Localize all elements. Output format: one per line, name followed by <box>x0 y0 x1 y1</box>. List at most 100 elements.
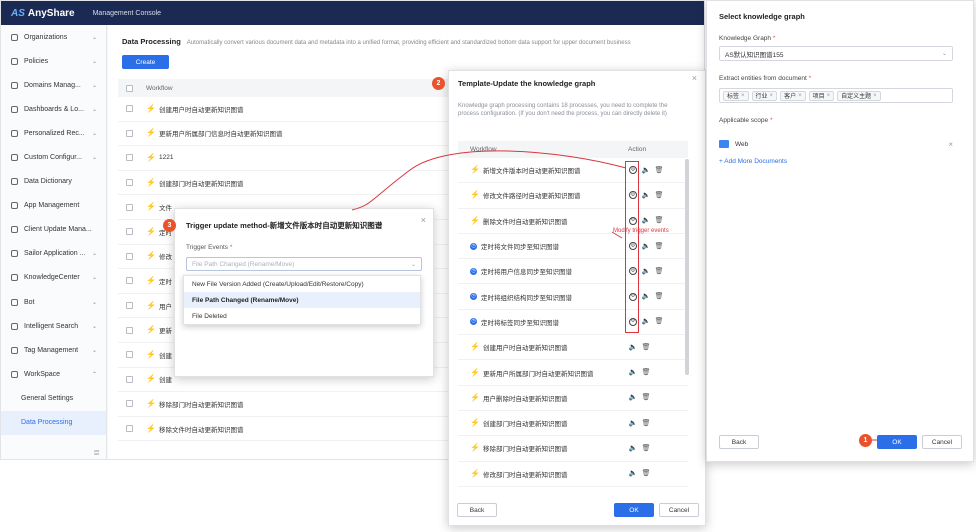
row-checkbox[interactable] <box>126 105 133 113</box>
dropdown-option[interactable]: File Path Changed (Rename/Move) <box>184 292 420 308</box>
speaker-icon[interactable]: 🔈 <box>642 293 651 301</box>
trigger-events-select[interactable]: File Path Changed (Rename/Move) ⌄ <box>186 257 422 271</box>
trash-icon[interactable]: 🗑 <box>655 267 664 275</box>
remove-tag-icon[interactable]: × <box>827 93 831 99</box>
sidebar-item-organizations[interactable]: Organizations ⌄ <box>1 25 106 49</box>
row-checkbox[interactable] <box>126 228 133 236</box>
trash-icon[interactable]: 🗑 <box>642 394 651 402</box>
trash-icon[interactable]: 🗑 <box>655 293 664 301</box>
sidebar-item-domains-manag[interactable]: Domains Manag... ⌄ <box>1 73 106 97</box>
sidebar-item-dashboards-lo[interactable]: Dashboards & Lo... ⌄ <box>1 97 106 121</box>
chevron-icon: ⌄ <box>91 106 97 113</box>
sidebar-item-data-dictionary[interactable]: Data Dictionary <box>1 170 106 194</box>
sidebar-item-tag-management[interactable]: Tag Management ⌄ <box>1 338 106 362</box>
sidebar-item-general-settings[interactable]: General Settings <box>1 386 106 410</box>
speaker-icon[interactable]: 🔈 <box>642 318 651 326</box>
speaker-icon[interactable]: 🔈 <box>629 369 638 377</box>
trash-icon[interactable]: 🗑 <box>655 242 664 250</box>
row-checkbox[interactable] <box>126 154 133 162</box>
list-item: ⚡ 创建部门时自动更新知识图谱 🔈 🗑 <box>458 411 688 437</box>
close-icon[interactable]: × <box>692 74 697 83</box>
dropdown-option[interactable]: New File Version Added (Create/Upload/Ed… <box>184 276 420 292</box>
speaker-icon[interactable]: 🔈 <box>629 394 638 402</box>
trash-icon[interactable]: 🗑 <box>642 369 651 377</box>
ok-button[interactable]: OK <box>877 435 917 449</box>
trash-icon[interactable]: 🗑 <box>655 191 664 199</box>
row-checkbox[interactable] <box>126 326 133 334</box>
sidebar-item-client-update-mana[interactable]: Client Update Mana... <box>1 218 106 242</box>
anyshare-logo[interactable]: AS AnyShare <box>11 8 75 19</box>
speaker-icon[interactable]: 🔈 <box>642 267 651 275</box>
trash-icon[interactable]: 🗑 <box>642 343 651 351</box>
trash-icon[interactable]: 🗑 <box>642 419 651 427</box>
sidebar-item-workspace[interactable]: WorkSpace ⌃ <box>1 362 106 386</box>
speaker-icon[interactable]: 🔈 <box>642 191 651 199</box>
collapse-menu-icon[interactable]: ≣ <box>93 448 100 457</box>
row-checkbox[interactable] <box>126 351 133 359</box>
row-checkbox[interactable] <box>126 425 133 433</box>
speaker-icon[interactable]: 🔈 <box>629 419 638 427</box>
row-checkbox[interactable] <box>126 277 133 285</box>
trash-icon[interactable]: 🗑 <box>642 444 651 452</box>
scrollbar[interactable] <box>685 159 689 375</box>
entities-label-text: Extract entities from document <box>719 75 807 82</box>
row-checkbox[interactable] <box>126 129 133 137</box>
speaker-icon[interactable]: 🔈 <box>629 444 638 452</box>
knowledge-graph-select[interactable]: AS默认知识图谱155 ⌄ <box>719 46 953 61</box>
dropdown-option[interactable]: File Deleted <box>184 308 420 324</box>
chevron-icon: ⌄ <box>91 58 97 65</box>
create-button[interactable]: Create <box>122 55 169 69</box>
sidebar-item-bot[interactable]: Bot ⌄ <box>1 290 106 314</box>
row-checkbox[interactable] <box>126 375 133 383</box>
sidebar-item-app-management[interactable]: App Management <box>1 194 106 218</box>
bolt-icon: ⚡ <box>470 468 480 478</box>
trigger-events-dropdown: New File Version Added (Create/Upload/Ed… <box>183 275 421 325</box>
sidebar-item-intelligent-search[interactable]: Intelligent Search ⌄ <box>1 314 106 338</box>
clock-icon: ◷ <box>470 242 477 250</box>
remove-tag-icon[interactable]: × <box>798 93 802 99</box>
speaker-icon[interactable]: 🔈 <box>642 166 651 174</box>
row-checkbox[interactable] <box>126 252 133 260</box>
bolt-icon: ⚡ <box>146 423 156 433</box>
trash-icon[interactable]: 🗑 <box>655 318 664 326</box>
trash-icon[interactable]: 🗑 <box>655 217 664 225</box>
entities-select[interactable]: 标签 × 行业 × 客户 × 项目 × 自定义主题 × <box>719 88 953 103</box>
speaker-icon[interactable]: 🔈 <box>629 470 638 478</box>
trash-icon[interactable]: 🗑 <box>655 166 664 174</box>
remove-tag-icon[interactable]: × <box>741 93 745 99</box>
cancel-button[interactable]: Cancel <box>659 503 699 517</box>
sidebar-item-custom-configur[interactable]: Custom Configur... ⌄ <box>1 145 106 169</box>
sidebar-item-personalized-rec[interactable]: Personalized Rec... ⌄ <box>1 121 106 145</box>
speaker-icon[interactable]: 🔈 <box>629 343 638 351</box>
close-icon[interactable]: × <box>421 216 426 225</box>
sidebar-item-knowledgecenter[interactable]: KnowledgeCenter ⌄ <box>1 266 106 290</box>
sidebar-item-data-processing[interactable]: Data Processing <box>1 410 106 435</box>
remove-tag-icon[interactable]: × <box>770 93 774 99</box>
entity-tag: 项目 × <box>808 90 835 101</box>
ok-button[interactable]: OK <box>614 503 654 517</box>
back-button[interactable]: Back <box>457 503 497 517</box>
remove-tag-icon[interactable]: × <box>873 93 877 99</box>
row-checkbox[interactable] <box>126 400 133 408</box>
remove-scope-icon[interactable]: × <box>948 140 953 149</box>
row-checkbox[interactable] <box>126 203 133 211</box>
add-more-documents-link[interactable]: + Add More Documents <box>719 158 787 165</box>
list-item: ⚡ 创建用户时自动更新知识图谱 🔈 🗑 <box>458 335 688 361</box>
cancel-button[interactable]: Cancel <box>922 435 962 449</box>
list-item: ◷ 定时将用户信息同步至知识图谱 ⚙ 🔈 🗑 <box>458 259 688 285</box>
list-item: ⚡ 修改部门时自动更新知识图谱 🔈 🗑 <box>458 462 688 487</box>
entity-tag-label: 客户 <box>784 94 797 100</box>
sidebar-item-label: Tag Management <box>24 346 79 354</box>
row-checkbox[interactable] <box>126 302 133 310</box>
row-checkbox[interactable] <box>126 179 133 187</box>
workflow-name: 创建用户时自动更新知识图谱 <box>483 345 568 353</box>
sidebar-item-policies[interactable]: Policies ⌄ <box>1 49 106 73</box>
speaker-icon[interactable]: 🔈 <box>642 217 651 225</box>
sidebar-item-sailor-application[interactable]: Sailor Application ... ⌄ <box>1 242 106 266</box>
trash-icon[interactable]: 🗑 <box>642 470 651 478</box>
select-all-checkbox[interactable] <box>126 84 133 92</box>
step-badge-3: 3 <box>163 219 176 232</box>
trigger-events-label-text: Trigger Events <box>186 244 229 251</box>
speaker-icon[interactable]: 🔈 <box>642 242 651 250</box>
back-button[interactable]: Back <box>719 435 759 449</box>
